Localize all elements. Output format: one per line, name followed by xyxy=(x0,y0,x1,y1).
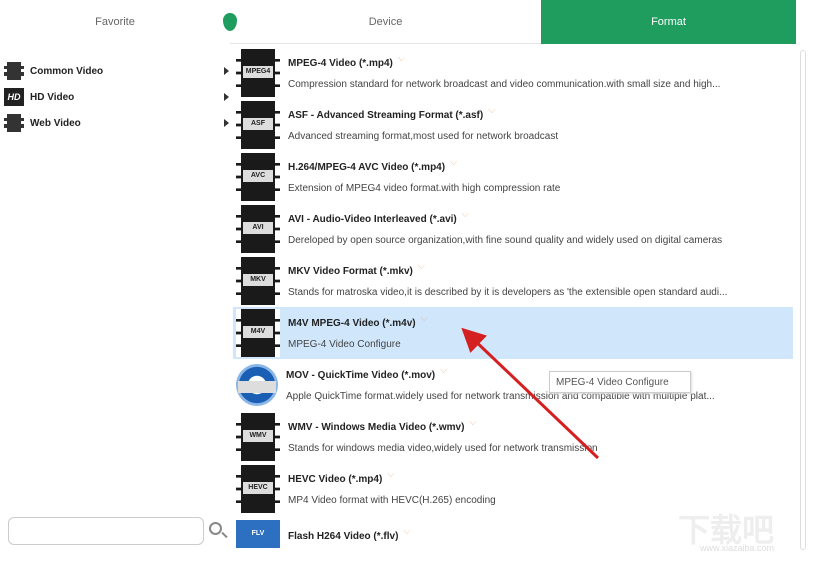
annotation-arrow xyxy=(461,327,600,460)
watermark-text: www.xiazaiba.com xyxy=(700,543,775,553)
